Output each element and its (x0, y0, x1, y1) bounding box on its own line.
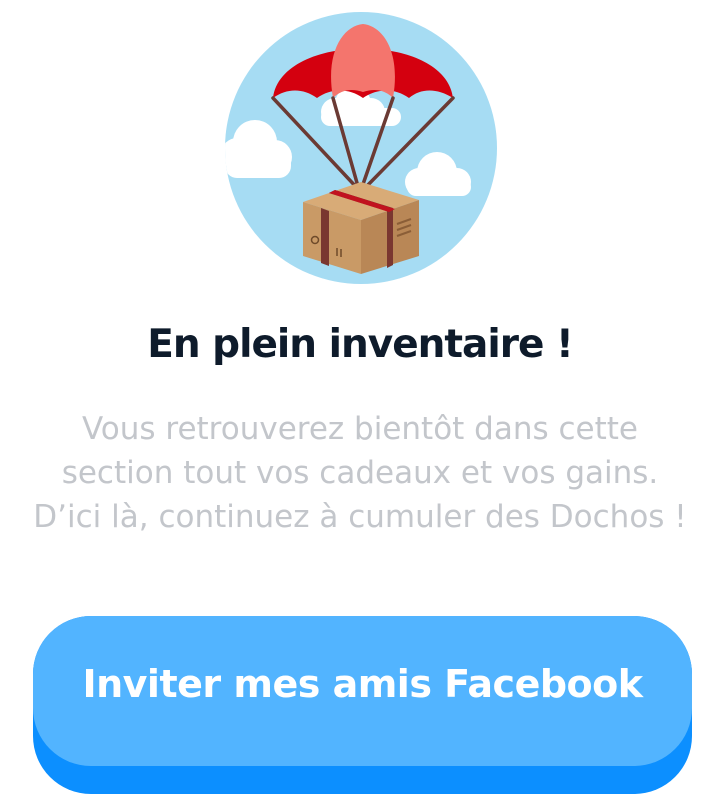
parachute-box-illustration (225, 12, 497, 284)
empty-state-title: En plein inventaire ! (147, 322, 574, 367)
empty-state-message: Vous retrouverez bientôt dans cette sect… (33, 411, 687, 535)
invite-button-label: Inviter mes amis Facebook (82, 662, 643, 706)
parachute-box-icon (225, 12, 497, 284)
invite-facebook-friends-button[interactable]: Inviter mes amis Facebook (33, 616, 692, 766)
